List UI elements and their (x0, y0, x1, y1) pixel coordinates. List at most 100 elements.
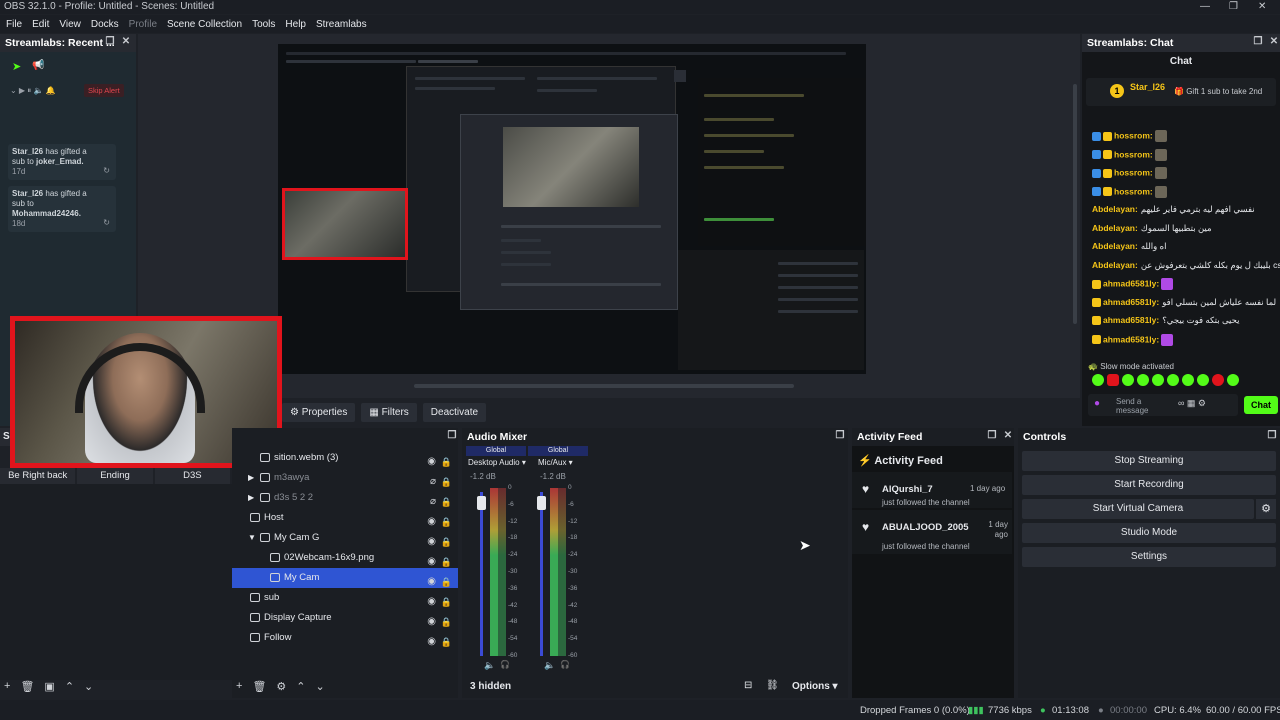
chat-input[interactable]: ● Send a message ∞ ▦ ⚙ (1088, 394, 1238, 416)
close-dock-icon[interactable]: ✕ (1002, 430, 1014, 442)
chat-username[interactable]: Abdelayan: (1092, 260, 1138, 270)
chat-username[interactable]: Abdelayan: (1092, 204, 1138, 214)
menu-profile[interactable]: Profile (129, 19, 157, 30)
menu-streamlabs[interactable]: Streamlabs (316, 19, 367, 30)
stop-streaming-button[interactable]: Stop Streaming (1022, 451, 1276, 471)
preview-scrollbar[interactable] (414, 384, 794, 388)
layout-icon[interactable]: ⊟ (744, 680, 752, 691)
menu-file[interactable]: File (6, 19, 22, 30)
arrow-down-icon[interactable]: ⌄ (316, 680, 325, 693)
source-row[interactable]: sub ◉ 🔒 (232, 588, 458, 608)
skip-alert-button[interactable]: Skip Alert (84, 84, 124, 97)
minimize-button[interactable]: — (1200, 0, 1210, 14)
source-row[interactable]: Display Capture ◉ 🔒 (232, 608, 458, 628)
mic-icon[interactable]: ● (1094, 398, 1100, 409)
trash-icon[interactable]: 🗑 (20, 680, 34, 693)
settings-button[interactable]: Settings (1022, 547, 1276, 567)
close-dock-icon[interactable]: ✕ (1268, 36, 1280, 48)
chat-username[interactable]: Abdelayan: (1092, 241, 1138, 251)
menu-tools[interactable]: Tools (252, 19, 275, 30)
menu-docks[interactable]: Docks (91, 19, 119, 30)
options-button[interactable]: Options ▾ (792, 681, 838, 692)
volume-slider-track[interactable] (540, 492, 543, 656)
chat-username[interactable]: ahmad6581ly: (1103, 278, 1159, 288)
expand-icon[interactable]: ▶ (248, 468, 254, 488)
speaker-icon[interactable]: 🔈 (484, 660, 495, 671)
scene-d3s[interactable]: D3S (154, 468, 230, 484)
lock-icon[interactable]: 🔒 (441, 632, 452, 652)
maximize-button[interactable]: ❐ (1229, 0, 1238, 14)
chat-username[interactable]: ahmad6581ly: (1103, 315, 1159, 325)
float-dock-icon[interactable]: ❐ (986, 430, 998, 442)
arrow-down-icon[interactable]: ⌄ (84, 680, 93, 693)
source-row[interactable]: ▼ My Cam G ◉ 🔒 (232, 528, 458, 548)
preview-vscrollbar[interactable] (1073, 84, 1077, 324)
hidden-count[interactable]: 3 hidden (470, 681, 511, 692)
source-row[interactable]: ▶ m3awya ⌀ 🔒 (232, 468, 458, 488)
preview-canvas[interactable] (278, 44, 866, 374)
source-row[interactable]: ▶ d3s 5 2 2 ⌀ 🔒 (232, 488, 458, 508)
source-row[interactable]: Follow ◉ 🔒 (232, 628, 458, 648)
chat-username[interactable]: ahmad6581ly: (1103, 297, 1159, 307)
chat-username[interactable]: hossrom: (1114, 130, 1153, 140)
chat-username[interactable]: ahmad6581ly: (1103, 334, 1159, 344)
preview-webcam-source[interactable] (282, 188, 408, 260)
float-dock-icon[interactable]: ❐ (1266, 430, 1278, 442)
activity-item[interactable]: ♥ ABUALJOOD_2005 just followed the chann… (852, 510, 1012, 554)
expand-icon[interactable]: ▶ (248, 488, 254, 508)
add-icon[interactable]: + (4, 680, 10, 693)
collapse-icon[interactable]: ▼ (248, 528, 256, 548)
filters-button[interactable]: ▦ Filters (361, 402, 417, 422)
trash-icon[interactable]: 🗑 (252, 680, 266, 693)
source-row[interactable]: sition.webm (3) ◉ 🔒 (232, 448, 458, 468)
link-icon[interactable]: ⛓ (766, 680, 779, 691)
headphone-icon[interactable]: 🎧 (500, 660, 510, 669)
float-dock-icon[interactable]: ❐ (104, 36, 116, 48)
menu-help[interactable]: Help (285, 19, 306, 30)
properties-button[interactable]: ⚙ Properties (282, 402, 356, 422)
chat-username[interactable]: Abdelayan: (1092, 223, 1138, 233)
gift-prompt[interactable]: 🎁 Gift 1 sub to take 2nd (1174, 87, 1262, 96)
volume-slider-track[interactable] (480, 492, 483, 656)
menu-scene-collection[interactable]: Scene Collection (167, 19, 242, 30)
chat-username[interactable]: hossrom: (1114, 167, 1153, 177)
scene-ending[interactable]: Ending (77, 468, 153, 484)
source-row[interactable]: My Cam ◉ 🔒 (232, 568, 458, 588)
volume-slider-handle[interactable] (537, 496, 546, 510)
source-row[interactable]: 02Webcam-16x9.png ◉ 🔒 (232, 548, 458, 568)
chat-username[interactable]: hossrom: (1114, 149, 1153, 159)
mic-aux-select[interactable]: Mic/Aux ▾ (538, 458, 573, 467)
playback-controls[interactable]: ⌄ ▶ ⏸ 🔈 🔔 (10, 86, 56, 96)
gift-leaderboard[interactable]: 1 Star_I26 🎁 Gift 1 sub to take 2nd (1086, 78, 1276, 106)
virtual-camera-gear-icon[interactable]: ⚙ (1256, 499, 1276, 519)
replay-icon[interactable]: ↻ (103, 218, 110, 228)
chat-input-icons[interactable]: ∞ ▦ ⚙ (1178, 398, 1206, 409)
add-icon[interactable]: + (236, 680, 242, 693)
arrow-up-icon[interactable]: ⌃ (296, 680, 305, 693)
menu-edit[interactable]: Edit (32, 19, 49, 30)
start-recording-button[interactable]: Start Recording (1022, 475, 1276, 495)
headphone-icon[interactable]: 🎧 (560, 660, 570, 669)
speaker-icon[interactable]: 🔈 (544, 660, 555, 671)
scene-be-right-back[interactable]: Be Right back (0, 468, 76, 484)
replay-icon[interactable]: ↻ (103, 166, 110, 176)
source-row[interactable]: Host ◉ 🔒 (232, 508, 458, 528)
arrow-up-icon[interactable]: ⌃ (65, 680, 74, 693)
megaphone-icon[interactable]: 📢 (32, 60, 44, 71)
send-icon[interactable]: ➤ (12, 60, 21, 73)
float-dock-icon[interactable]: ❐ (1252, 36, 1264, 48)
filter-icon[interactable]: ▣ (44, 680, 54, 693)
chat-username[interactable]: hossrom: (1114, 186, 1153, 196)
float-dock-icon[interactable]: ❐ (834, 430, 846, 442)
emote-bar[interactable] (1092, 374, 1262, 388)
chat-send-button[interactable]: Chat (1244, 396, 1278, 414)
studio-mode-button[interactable]: Studio Mode (1022, 523, 1276, 543)
visibility-eye-icon[interactable]: ◉ (427, 632, 436, 652)
menu-view[interactable]: View (59, 19, 81, 30)
volume-slider-handle[interactable] (477, 496, 486, 510)
start-virtual-camera-button[interactable]: Start Virtual Camera (1022, 499, 1254, 519)
gear-icon[interactable]: ⚙ (276, 680, 286, 693)
float-dock-icon[interactable]: ❐ (446, 430, 458, 442)
close-dock-icon[interactable]: ✕ (120, 36, 132, 48)
deactivate-button[interactable]: Deactivate (422, 402, 487, 422)
